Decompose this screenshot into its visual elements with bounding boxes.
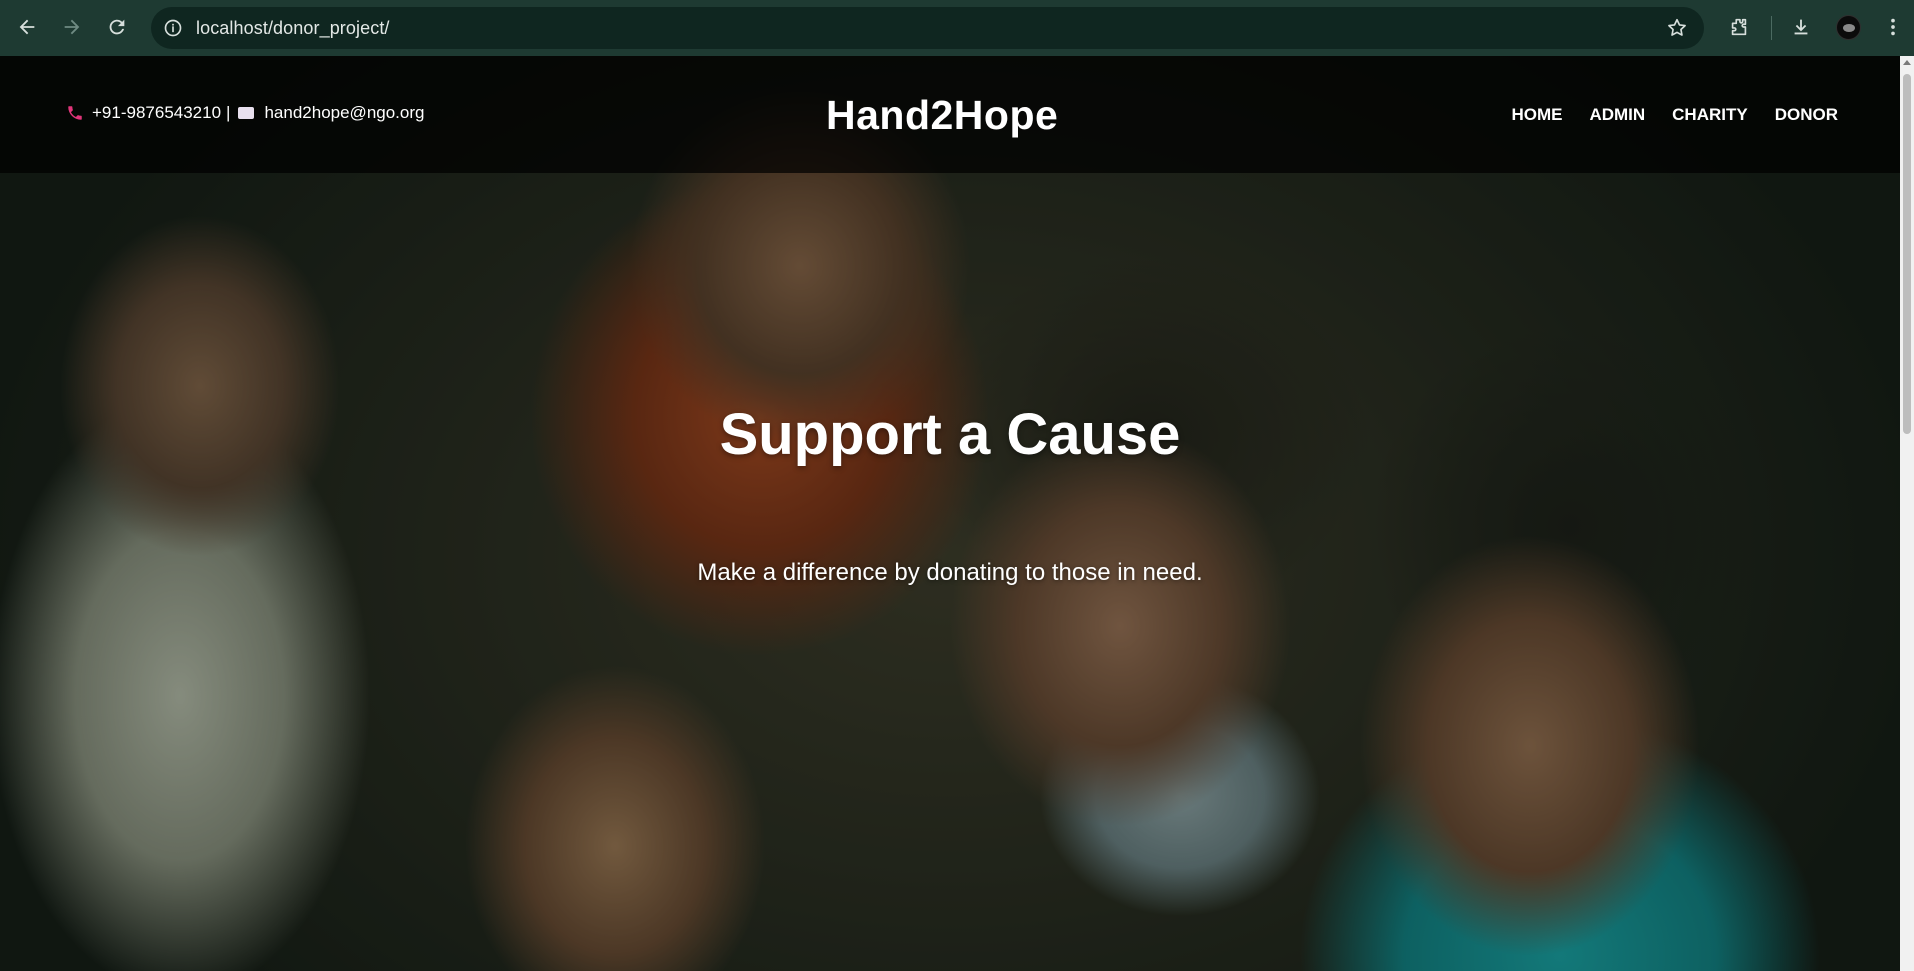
reload-icon	[109, 19, 125, 35]
phone-icon	[68, 106, 82, 120]
browser-menu-button[interactable]	[1878, 12, 1908, 42]
page-scrollbar[interactable]	[1900, 56, 1914, 971]
bookmark-star-icon[interactable]	[1666, 17, 1688, 39]
email-address: hand2hope@ngo.org	[264, 103, 425, 122]
profile-avatar[interactable]	[1836, 15, 1861, 40]
more-vertical-icon	[1891, 18, 1895, 36]
download-icon	[1794, 19, 1808, 35]
extensions-button[interactable]	[1724, 12, 1754, 42]
contact-info: +91-9876543210 | hand2hope@ngo.org	[66, 103, 424, 123]
avatar-image	[1842, 23, 1855, 32]
hero-subtitle: Make a difference by donating to those i…	[697, 559, 1203, 586]
main-nav: HOME ADMIN CHARITY DONOR	[1511, 105, 1838, 125]
site-info-icon[interactable]	[163, 18, 183, 38]
site-logo[interactable]: Hand2Hope	[826, 92, 1058, 139]
scrollbar-thumb[interactable]	[1903, 74, 1911, 434]
scroll-up-arrow-icon[interactable]	[1903, 60, 1911, 65]
reload-button[interactable]	[102, 12, 132, 42]
nav-admin[interactable]: ADMIN	[1589, 105, 1645, 125]
address-bar[interactable]: localhost/donor_project/	[151, 7, 1704, 49]
browser-toolbar: localhost/donor_project/	[0, 0, 1914, 56]
nav-charity[interactable]: CHARITY	[1672, 105, 1748, 125]
hero-overlay	[0, 56, 1914, 971]
url-text[interactable]: localhost/donor_project/	[196, 18, 390, 39]
contact-separator: |	[226, 103, 231, 122]
hero-title: Support a Cause	[719, 402, 1181, 467]
page-viewport: +91-9876543210 | hand2hope@ngo.org Hand2…	[0, 56, 1914, 971]
nav-home[interactable]: HOME	[1511, 105, 1562, 125]
back-button[interactable]	[12, 12, 42, 42]
arrow-right-icon	[64, 19, 80, 35]
toolbar-divider	[1771, 16, 1772, 40]
forward-button[interactable]	[57, 12, 87, 42]
puzzle-icon	[1731, 18, 1747, 36]
envelope-icon	[238, 107, 255, 119]
nav-donor[interactable]: DONOR	[1775, 105, 1838, 125]
site-header: +91-9876543210 | hand2hope@ngo.org Hand2…	[0, 56, 1900, 173]
phone-number: +91-9876543210	[92, 103, 222, 122]
arrow-left-icon	[19, 19, 35, 35]
downloads-button[interactable]	[1786, 12, 1816, 42]
